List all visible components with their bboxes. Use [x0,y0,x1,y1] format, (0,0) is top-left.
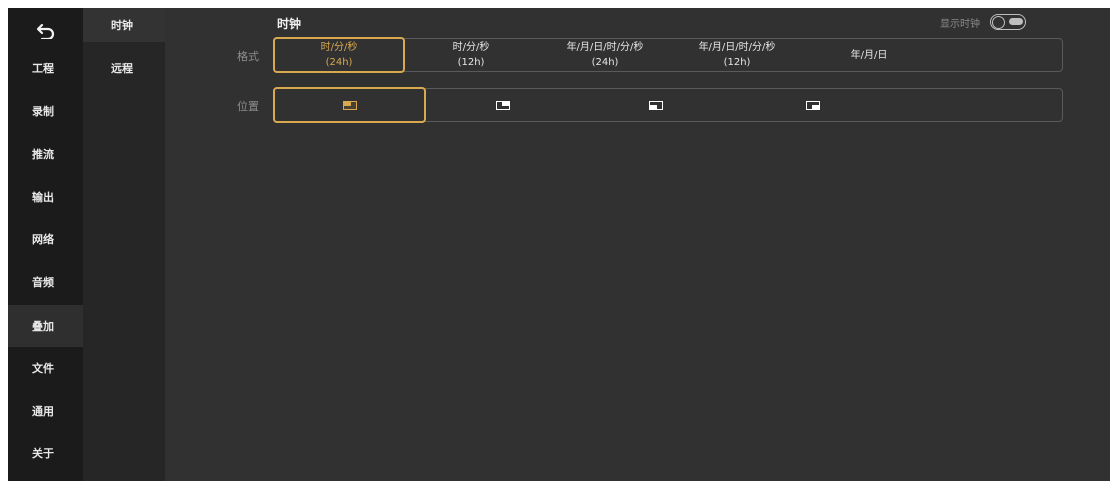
app-window: 工程 录制 推流 输出 网络 音频 叠加 文件 通用 关于 时钟 远程 时钟 显… [0,0,1110,481]
toggle-track [1009,18,1023,25]
page-title: 时钟 [277,17,302,31]
nav-item-files[interactable]: 文件 [8,347,83,389]
format-label: 格式 [237,50,259,63]
format-option-line2: (24h) [591,57,619,68]
format-option-line1: 时/分/秒 [320,42,358,53]
position-option-top-left[interactable] [273,87,426,123]
format-option-ymdhms-24h[interactable]: 年/月/日/时/分/秒 (24h) [539,37,671,73]
position-bottom-right-icon [805,100,820,110]
undo-arrow-icon [36,23,54,39]
toggle-knob [992,16,1005,29]
format-option-line1: 年/月/日/时/分/秒 [698,42,776,53]
nav-item-label: 文件 [32,362,54,375]
nav-item-label: 推流 [32,148,54,161]
format-option-line2: (12h) [723,57,751,68]
nav-item-general[interactable]: 通用 [8,390,83,432]
primary-nav: 工程 录制 推流 输出 网络 音频 叠加 文件 通用 关于 [8,8,83,481]
format-option-line1: 年/月/日/时/分/秒 [566,42,644,53]
nav-item-audio[interactable]: 音频 [8,261,83,303]
position-option-top-right[interactable] [426,87,579,123]
nav-item-label: 叠加 [32,320,54,333]
format-option-hms-12h[interactable]: 时/分/秒 (12h) [405,37,537,73]
nav-item-label: 工程 [32,62,54,75]
show-clock-toggle[interactable] [990,14,1026,30]
secondary-nav: 时钟 远程 [83,8,165,481]
nav-item-label: 输出 [32,191,54,204]
format-option-line1: 年/月/日 [850,49,888,61]
format-option-line2: (24h) [325,57,353,68]
format-option-hms-24h[interactable]: 时/分/秒 (24h) [273,37,405,73]
position-top-right-icon [495,100,510,110]
subnav-item-remote[interactable]: 远程 [83,51,165,85]
position-option-bottom-left[interactable] [579,87,732,123]
clock-settings-panel: 时钟 显示时钟 格式 时/分/秒 (24h) 时/分/秒 (12h) 年/月/日… [165,8,1110,481]
position-option-bottom-right[interactable] [736,87,889,123]
format-option-ymd[interactable]: 年/月/日 [803,37,935,73]
nav-item-label: 通用 [32,405,54,418]
nav-item-label: 网络 [32,233,54,246]
nav-item-label: 关于 [32,447,54,460]
nav-item-label: 音频 [32,276,54,289]
nav-item-output[interactable]: 输出 [8,176,83,218]
position-bottom-left-icon [648,100,663,110]
position-top-left-icon [342,100,357,110]
show-clock-control: 显示时钟 [940,12,1026,32]
show-clock-label: 显示时钟 [940,18,980,30]
format-option-line1: 时/分/秒 [452,42,490,53]
nav-item-overlay[interactable]: 叠加 [8,305,83,347]
position-selector [273,87,1063,123]
nav-item-label: 录制 [32,105,54,118]
format-option-line2: (12h) [457,57,485,68]
subnav-item-label: 时钟 [111,19,133,32]
nav-item-project[interactable]: 工程 [8,47,83,89]
format-option-ymdhms-12h[interactable]: 年/月/日/时/分/秒 (12h) [671,37,803,73]
position-label: 位置 [237,100,259,113]
subnav-item-clock[interactable]: 时钟 [83,8,165,42]
subnav-item-label: 远程 [111,62,133,75]
nav-item-network[interactable]: 网络 [8,218,83,260]
nav-item-stream[interactable]: 推流 [8,133,83,175]
nav-item-record[interactable]: 录制 [8,90,83,132]
format-selector: 时/分/秒 (24h) 时/分/秒 (12h) 年/月/日/时/分/秒 (24h… [273,37,1063,73]
nav-item-about[interactable]: 关于 [8,432,83,474]
